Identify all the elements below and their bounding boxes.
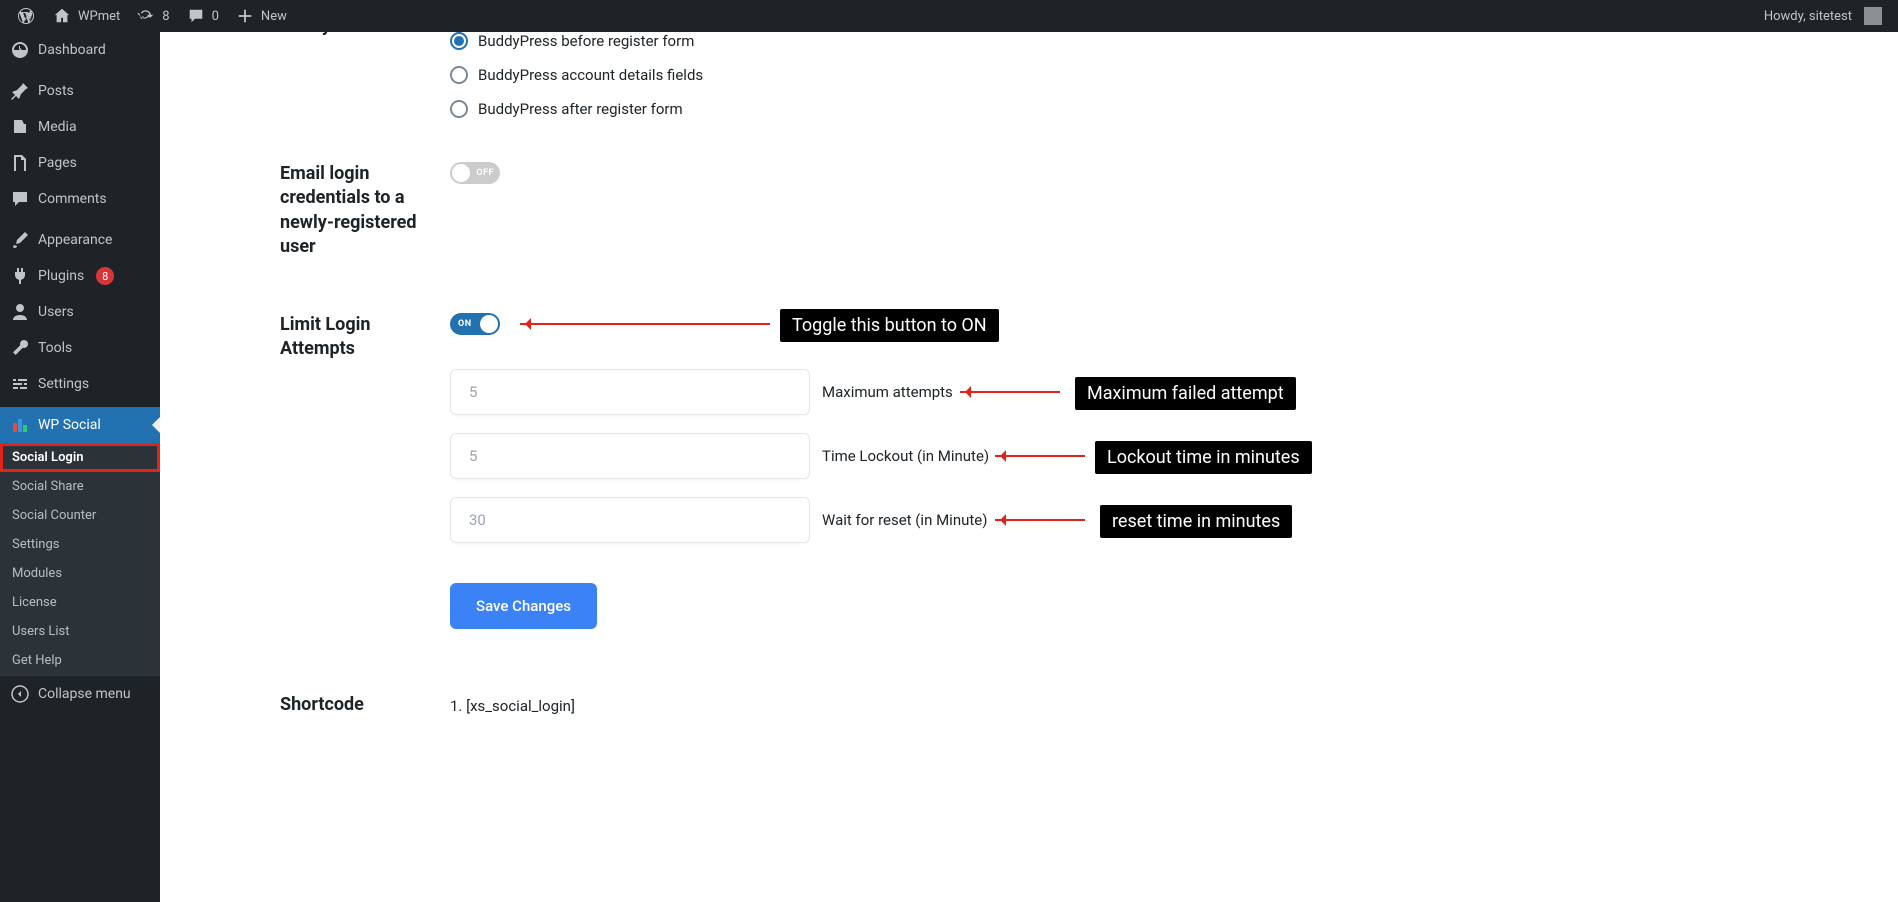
radio-bp-before[interactable]: BuddyPress before register form	[450, 32, 1898, 50]
sidebar-item-comments[interactable]: Comments	[0, 181, 160, 217]
brush-icon	[10, 230, 30, 250]
sidebar-item-label: Posts	[38, 83, 74, 99]
annotation-max-failed: Maximum failed attempt	[1075, 377, 1296, 410]
admin-sidebar: Dashboard Posts Media Pages Comments App…	[0, 32, 160, 902]
shortcode-heading: Shortcode	[160, 693, 450, 717]
sidebar-sub-social-counter[interactable]: Social Counter	[0, 501, 160, 530]
radio-icon	[450, 66, 468, 84]
user-icon	[10, 302, 30, 322]
annotation-lockout-time: Lockout time in minutes	[1095, 441, 1312, 474]
plug-icon	[10, 266, 30, 286]
email-login-toggle[interactable]	[450, 162, 500, 184]
sidebar-sub-users-list[interactable]: Users List	[0, 617, 160, 646]
sidebar-sub-get-help[interactable]: Get Help	[0, 646, 160, 675]
annotation-arrow	[995, 455, 1085, 457]
radio-icon	[450, 32, 468, 50]
new-menu[interactable]: New	[227, 0, 295, 32]
annotation-arrow	[995, 519, 1085, 521]
sidebar-item-settings[interactable]: Settings	[0, 366, 160, 402]
update-icon	[136, 6, 156, 26]
time-lockout-label: Time Lockout (in Minute)	[822, 447, 989, 465]
sidebar-item-label: Tools	[38, 340, 72, 356]
max-attempts-input[interactable]	[450, 369, 810, 415]
comment-icon	[10, 189, 30, 209]
radio-label: BuddyPress account details fields	[478, 66, 703, 84]
radio-icon	[450, 100, 468, 118]
annotation-arrow	[960, 391, 1060, 393]
sidebar-sub-settings[interactable]: Settings	[0, 530, 160, 559]
radio-label: BuddyPress after register form	[478, 100, 683, 118]
comment-icon	[186, 6, 206, 26]
sidebar-sub-social-share[interactable]: Social Share	[0, 472, 160, 501]
account-menu[interactable]: Howdy, sitetest	[1756, 0, 1890, 32]
limit-login-toggle[interactable]	[450, 313, 500, 335]
wait-reset-input[interactable]	[450, 497, 810, 543]
media-icon	[10, 117, 30, 137]
howdy-text: Howdy, sitetest	[1764, 9, 1852, 24]
annotation-arrow	[520, 323, 770, 325]
sidebar-submenu: Social Login Social Share Social Counter…	[0, 443, 160, 675]
dashboard-icon	[10, 40, 30, 60]
home-icon	[52, 6, 72, 26]
wrench-icon	[10, 338, 30, 358]
max-attempts-label: Maximum attempts	[822, 383, 953, 401]
wait-reset-label: Wait for reset (in Minute)	[822, 511, 987, 529]
time-lockout-input[interactable]	[450, 433, 810, 479]
comments-menu[interactable]: 0	[178, 0, 227, 32]
sidebar-item-plugins[interactable]: Plugins 8	[0, 258, 160, 294]
sidebar-item-posts[interactable]: Posts	[0, 73, 160, 109]
collapse-menu-button[interactable]: Collapse menu	[0, 675, 160, 712]
sliders-icon	[10, 374, 30, 394]
sidebar-sub-modules[interactable]: Modules	[0, 559, 160, 588]
social-icon	[10, 415, 30, 435]
sidebar-item-label: Settings	[38, 376, 89, 392]
radio-label: BuddyPress before register form	[478, 32, 694, 50]
sidebar-item-users[interactable]: Users	[0, 294, 160, 330]
sidebar-item-wp-social[interactable]: WP Social	[0, 407, 160, 443]
pin-icon	[10, 81, 30, 101]
collapse-icon	[10, 684, 30, 704]
updates-menu[interactable]: 8	[128, 0, 177, 32]
updates-count: 8	[162, 9, 169, 24]
new-label: New	[261, 9, 287, 24]
comments-count: 0	[212, 9, 219, 24]
plus-icon	[235, 6, 255, 26]
sidebar-item-label: WP Social	[38, 417, 101, 433]
shortcode-item: 1. [xs_social_login]	[450, 693, 1898, 720]
annotation-reset-time: reset time in minutes	[1100, 505, 1292, 538]
pages-icon	[10, 153, 30, 173]
main-content: BuddyPress BuddyPress before register fo…	[160, 32, 1898, 902]
collapse-label: Collapse menu	[38, 686, 131, 702]
sidebar-item-label: Comments	[38, 191, 107, 207]
sidebar-item-tools[interactable]: Tools	[0, 330, 160, 366]
sidebar-item-label: Pages	[38, 155, 77, 171]
sidebar-item-label: Plugins	[38, 268, 84, 284]
sidebar-item-media[interactable]: Media	[0, 109, 160, 145]
admin-bar: WPmet 8 0 New Howdy, sitetest	[0, 0, 1898, 32]
site-name-menu[interactable]: WPmet	[44, 0, 128, 32]
admin-bar-left: WPmet 8 0 New	[8, 0, 295, 32]
email-login-label: Email login credentials to a newly-regis…	[160, 162, 450, 259]
annotation-toggle-on: Toggle this button to ON	[780, 309, 999, 342]
sidebar-sub-social-login[interactable]: Social Login	[0, 443, 160, 472]
radio-bp-after[interactable]: BuddyPress after register form	[450, 100, 1898, 118]
sidebar-item-dashboard[interactable]: Dashboard	[0, 32, 160, 68]
sidebar-item-appearance[interactable]: Appearance	[0, 222, 160, 258]
wp-logo-menu[interactable]	[8, 0, 44, 32]
site-name: WPmet	[78, 9, 120, 24]
save-button[interactable]: Save Changes	[450, 583, 597, 629]
admin-bar-right: Howdy, sitetest	[1756, 0, 1890, 32]
avatar	[1864, 7, 1882, 25]
limit-login-label: Limit Login Attempts	[160, 313, 450, 362]
sidebar-item-label: Media	[38, 119, 77, 135]
sidebar-item-label: Dashboard	[38, 42, 106, 58]
wordpress-icon	[16, 6, 36, 26]
sidebar-sub-license[interactable]: License	[0, 588, 160, 617]
sidebar-item-label: Users	[38, 304, 74, 320]
sidebar-item-pages[interactable]: Pages	[0, 145, 160, 181]
radio-bp-details[interactable]: BuddyPress account details fields	[450, 66, 1898, 84]
plugins-badge: 8	[96, 267, 114, 285]
sidebar-item-label: Appearance	[38, 232, 112, 248]
